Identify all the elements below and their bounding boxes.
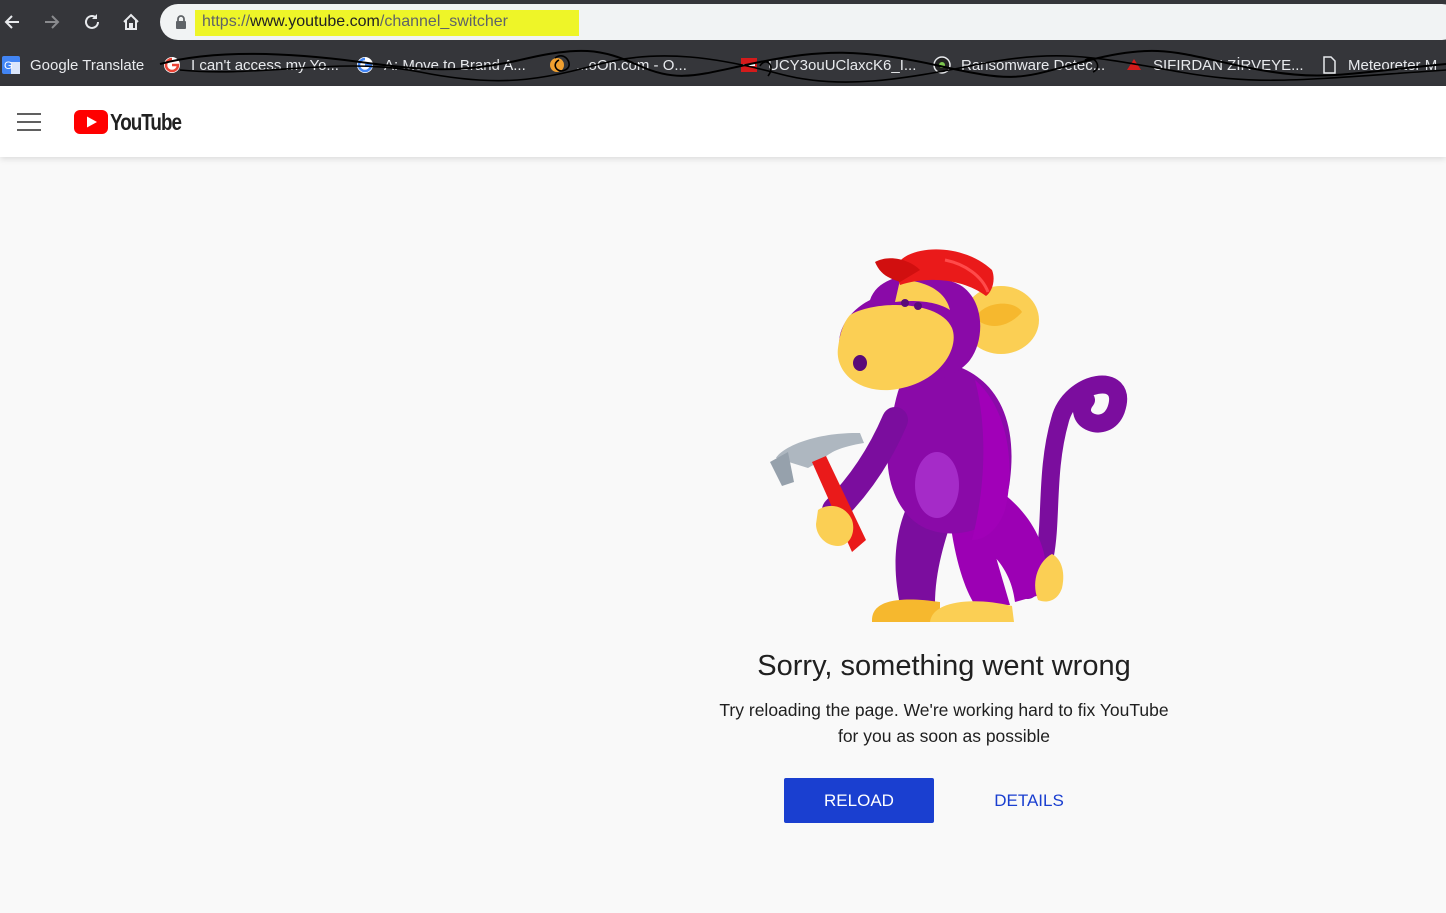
menu-icon-bar <box>17 113 41 115</box>
bookmark-label: Meteoreter M <box>1348 56 1438 74</box>
bookmark-site-4[interactable]: UCY3ouUClaxcK6_I... <box>740 55 916 75</box>
url-path: /channel_switcher <box>379 13 508 30</box>
guide-menu-button[interactable] <box>17 113 41 131</box>
youtube-play-icon <box>74 110 108 134</box>
browser-toolbar: https://www.youtube.com/channel_switcher <box>0 0 1446 44</box>
error-message-line1: Try reloading the page. We're working ha… <box>719 700 1169 720</box>
bookmark-label: UCY3ouUClaxcK6_I... <box>768 56 917 74</box>
bookmark-label: I can't access my Yo... <box>191 56 339 74</box>
bookmark-label: SIFIRDAN ZİRVEYE... <box>1153 56 1304 74</box>
youtube-logo[interactable]: YouTube <box>74 108 197 135</box>
document-icon <box>1323 56 1336 74</box>
google-icon <box>164 57 180 73</box>
svg-text:G: G <box>4 60 13 72</box>
home-button[interactable] <box>115 6 147 38</box>
bookmark-site-6[interactable]: SIFIRDAN ZİRVEYE... <box>1125 55 1304 75</box>
site-icon <box>933 56 951 74</box>
bookmark-site-5[interactable]: Ransomware Detec... <box>933 55 1105 75</box>
logo-text: YouTube <box>110 108 182 135</box>
details-button[interactable]: DETAILS <box>966 778 1092 823</box>
url-host: www.youtube.com <box>250 13 380 30</box>
bookmark-site-3[interactable]: ...oOn.com - O... <box>548 55 687 75</box>
reload-icon <box>85 14 99 29</box>
reload-button[interactable]: RELOAD <box>784 778 934 823</box>
google-icon <box>357 57 373 73</box>
error-message-line2: for you as soon as possible <box>837 726 1051 746</box>
home-icon <box>123 13 139 30</box>
error-message: Try reloading the page. We're working ha… <box>700 697 1188 749</box>
back-button[interactable] <box>0 6 28 38</box>
reload-page-button[interactable] <box>76 6 108 38</box>
site-icon <box>550 58 564 72</box>
bookmark-access-youtube[interactable]: I can't access my Yo... <box>163 55 339 75</box>
bookmark-label: Ransomware Detec... <box>961 56 1106 74</box>
bookmarks-bar: G Google Translate I can't access my Yo.… <box>0 44 1446 86</box>
forward-button[interactable] <box>36 6 68 38</box>
back-icon <box>4 15 19 29</box>
monkey-illustration <box>770 249 1127 622</box>
bookmark-label: ...oOn.com - O... <box>576 56 687 74</box>
menu-icon-bar <box>17 121 41 123</box>
bookmark-google-translate[interactable]: G Google Translate <box>2 55 144 75</box>
address-bar[interactable]: https://www.youtube.com/channel_switcher <box>160 4 1446 40</box>
lock-icon <box>176 15 186 29</box>
forward-icon <box>45 15 60 29</box>
bookmark-label: A: Move to Brand A... <box>384 56 526 74</box>
bookmark-document[interactable]: Meteoreter M <box>1320 55 1437 75</box>
bookmark-label: Google Translate <box>30 56 145 74</box>
error-title: Sorry, something went wrong <box>757 650 1131 682</box>
menu-icon-bar <box>17 129 41 131</box>
site-icon <box>1127 59 1141 70</box>
youtube-masthead: YouTube <box>0 86 1446 157</box>
site-icon <box>741 58 757 72</box>
google-translate-icon: G <box>2 56 20 74</box>
url-text[interactable]: https://www.youtube.com/channel_switcher <box>202 12 508 32</box>
bookmark-brand-account[interactable]: A: Move to Brand A... <box>356 55 526 75</box>
url-scheme: https:// <box>202 13 251 30</box>
